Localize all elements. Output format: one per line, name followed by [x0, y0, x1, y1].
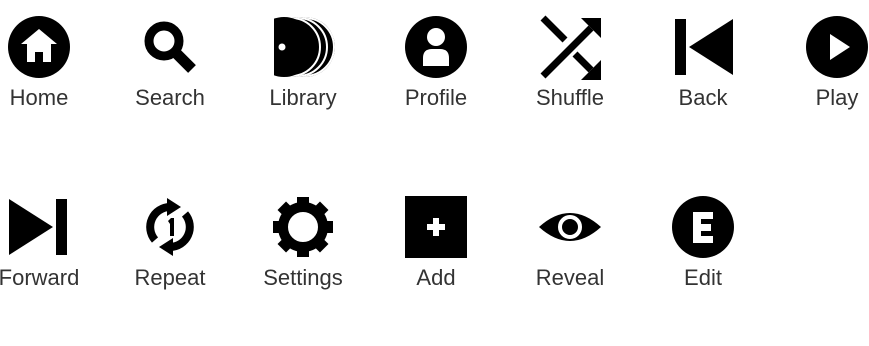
- icon-cell-home[interactable]: Home: [0, 14, 104, 111]
- icon-label: Library: [269, 85, 337, 110]
- play-icon: [806, 16, 868, 78]
- icon-cell-settings[interactable]: Settings: [238, 194, 368, 291]
- icon-label: Settings: [263, 265, 343, 290]
- edit-icon: [672, 196, 734, 258]
- icon-label: Home: [9, 85, 69, 110]
- add-icon: [405, 196, 467, 258]
- icon-cell-edit[interactable]: Edit: [638, 194, 768, 291]
- icon-label: Reveal: [535, 265, 605, 290]
- icon-label: Search: [135, 85, 205, 110]
- icon-label: Add: [416, 265, 456, 290]
- icon-label: Play: [815, 85, 859, 110]
- settings-icon: [273, 197, 333, 257]
- icon-cell-forward[interactable]: Forward: [0, 194, 104, 291]
- icon-cell-shuffle[interactable]: Shuffle: [505, 14, 635, 111]
- icon-cell-library[interactable]: Library: [238, 14, 368, 111]
- forward-icon: [9, 199, 67, 255]
- icon-label: Back: [678, 85, 728, 110]
- shuffle-icon: [540, 15, 601, 80]
- search-icon: [144, 21, 196, 73]
- repeat-icon: [146, 198, 194, 256]
- icon-cell-back[interactable]: Back: [638, 14, 768, 111]
- icon-label: Edit: [684, 265, 722, 290]
- icon-cell-add[interactable]: Add: [371, 194, 501, 291]
- icon-cell-play[interactable]: Play: [772, 14, 869, 111]
- icon-label: Profile: [404, 85, 468, 110]
- icon-cell-reveal[interactable]: Reveal: [505, 194, 635, 291]
- back-icon: [675, 19, 733, 75]
- icon-cell-repeat[interactable]: Repeat: [105, 194, 235, 291]
- icon-cell-search[interactable]: Search: [105, 14, 235, 111]
- reveal-icon: [539, 213, 601, 241]
- icon-label: Repeat: [134, 265, 206, 290]
- home-icon: [8, 16, 70, 78]
- icon-cell-profile[interactable]: Profile: [371, 14, 501, 111]
- icon-label: Forward: [0, 265, 80, 290]
- profile-icon: [405, 16, 467, 78]
- icon-label: Shuffle: [535, 85, 605, 110]
- library-icon: [270, 14, 335, 80]
